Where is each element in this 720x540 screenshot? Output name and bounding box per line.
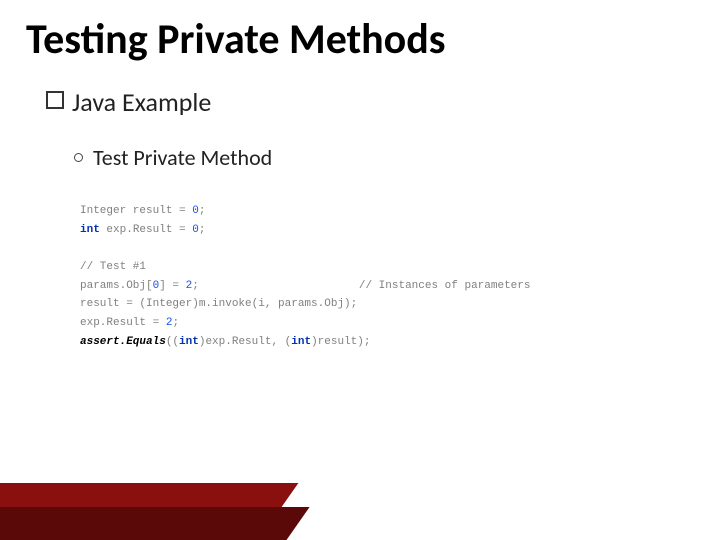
decoration-band: [0, 507, 310, 540]
code-line: exp.Result = 2;: [80, 314, 720, 333]
bullet-level-1: Java Example: [46, 86, 211, 118]
code-block: Integer result = 0; int exp.Result = 0; …: [80, 202, 720, 352]
decoration-band: [0, 483, 298, 507]
slide-title: Testing Private Methods: [26, 14, 446, 65]
circle-bullet-icon: [74, 153, 83, 162]
code-line: int exp.Result = 0;: [80, 221, 720, 240]
code-line: Integer result = 0;: [80, 202, 720, 221]
code-line: result = (Integer)m.invoke(i, params.Obj…: [80, 295, 720, 314]
slide-decoration: [0, 483, 290, 540]
bullet-1-text: Java Example: [72, 86, 211, 118]
code-line: assert.Equals((int)exp.Result, (int)resu…: [80, 333, 720, 352]
square-bullet-icon: [46, 91, 64, 109]
code-line: // Test #1: [80, 258, 720, 277]
bullet-2-text: Test Private Method: [93, 144, 272, 171]
code-line: [80, 239, 720, 258]
bullet-level-2: Test Private Method: [74, 144, 272, 171]
code-line: params.Obj[0] = 2;// Instances of parame…: [80, 277, 720, 296]
